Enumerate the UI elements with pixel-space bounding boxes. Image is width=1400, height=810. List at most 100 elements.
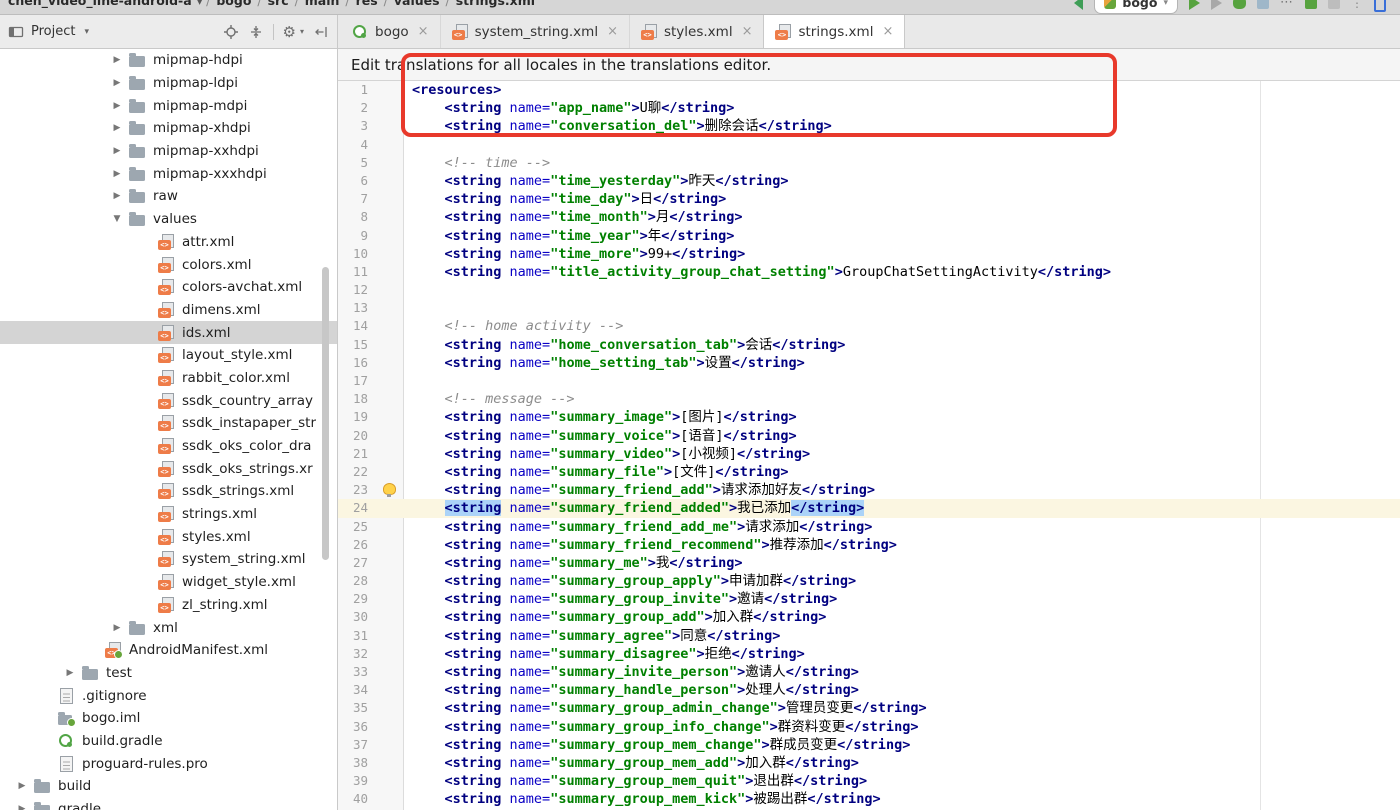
tree-item-proguard-rules.pro[interactable]: proguard-rules.pro: [0, 752, 337, 775]
tree-item-bogo.iml[interactable]: bogo.iml: [0, 707, 337, 730]
chevron-right-icon[interactable]: ▶: [105, 169, 129, 179]
hide-panel-icon[interactable]: [313, 24, 329, 40]
chevron-right-icon[interactable]: ▶: [10, 804, 34, 810]
code-line[interactable]: 12: [338, 281, 1400, 299]
stop-icon[interactable]: [1328, 0, 1340, 9]
chevron-right-icon[interactable]: ▶: [105, 146, 129, 156]
breadcrumb-item[interactable]: values: [394, 0, 440, 8]
tab-system_string.xml[interactable]: <>system_string.xml×: [441, 15, 630, 48]
chevron-right-icon[interactable]: ▶: [105, 123, 129, 133]
tree-item-build.gradle[interactable]: build.gradle: [0, 730, 337, 753]
more-icon[interactable]: ⋯: [1280, 0, 1294, 10]
code-line[interactable]: 34 <string name="summary_handle_person">…: [338, 681, 1400, 699]
tree-item-values[interactable]: ▼values: [0, 208, 337, 231]
tree-item-strings.xml[interactable]: <>strings.xml: [0, 503, 337, 526]
close-icon[interactable]: ×: [882, 24, 893, 39]
chevron-right-icon[interactable]: ▶: [105, 78, 129, 88]
tree-item-ssdk_instapaper_str[interactable]: <>ssdk_instapaper_str: [0, 412, 337, 435]
code-line[interactable]: 4: [338, 136, 1400, 154]
tree-item-attr.xml[interactable]: <>attr.xml: [0, 231, 337, 254]
tree-item-colors.xml[interactable]: <>colors.xml: [0, 253, 337, 276]
breadcrumb[interactable]: chen_video_line-android-a ▾ / bogo / src…: [0, 0, 537, 14]
debug-button[interactable]: [1233, 0, 1246, 9]
code-line[interactable]: 2 <string name="app_name">U聊</string>: [338, 99, 1400, 117]
tree-item-mipmap-ldpi[interactable]: ▶mipmap-ldpi: [0, 72, 337, 95]
tree-item-ssdk_oks_color_dra[interactable]: <>ssdk_oks_color_dra: [0, 435, 337, 458]
tree-item-layout_style.xml[interactable]: <>layout_style.xml: [0, 344, 337, 367]
menu-dots-icon[interactable]: ⋮: [1351, 0, 1363, 10]
code-line[interactable]: 38 <string name="summary_group_mem_add">…: [338, 754, 1400, 772]
code-line[interactable]: 10 <string name="time_more">99+</string>: [338, 245, 1400, 263]
code-line[interactable]: 27 <string name="summary_me">我</string>: [338, 554, 1400, 572]
chevron-right-icon[interactable]: ▶: [58, 668, 82, 678]
chevron-down-icon[interactable]: ▼: [105, 214, 129, 224]
run-button[interactable]: [1189, 0, 1200, 10]
gear-icon[interactable]: ⚙: [283, 24, 296, 40]
locate-file-icon[interactable]: [223, 24, 239, 40]
chevron-right-icon[interactable]: ▶: [105, 191, 129, 201]
code-line[interactable]: 6 <string name="time_yesterday">昨天</stri…: [338, 172, 1400, 190]
apply-changes-icon[interactable]: [1211, 0, 1222, 10]
code-line[interactable]: 39 <string name="summary_group_mem_quit"…: [338, 772, 1400, 790]
code-line[interactable]: 29 <string name="summary_group_invite">邀…: [338, 590, 1400, 608]
breadcrumb-item[interactable]: res: [356, 0, 378, 8]
breadcrumb-item[interactable]: bogo: [216, 0, 251, 8]
tree-item-ssdk_country_array[interactable]: <>ssdk_country_array: [0, 389, 337, 412]
chevron-down-icon[interactable]: ▾: [300, 27, 304, 36]
tree-item-build[interactable]: ▶build: [0, 775, 337, 798]
tree-item-colors-avchat.xml[interactable]: <>colors-avchat.xml: [0, 276, 337, 299]
code-line[interactable]: 22 <string name="summary_file">[文件]</str…: [338, 463, 1400, 481]
tree-item-mipmap-xhdpi[interactable]: ▶mipmap-xhdpi: [0, 117, 337, 140]
tree-item-raw[interactable]: ▶raw: [0, 185, 337, 208]
code-editor[interactable]: 1<resources>2 <string name="app_name">U聊…: [338, 81, 1400, 810]
tree-item-zl_string.xml[interactable]: <>zl_string.xml: [0, 594, 337, 617]
tab-styles.xml[interactable]: <>styles.xml×: [630, 15, 765, 48]
code-line[interactable]: 31 <string name="summary_agree">同意</stri…: [338, 627, 1400, 645]
code-line[interactable]: 17: [338, 372, 1400, 390]
tree-item-styles.xml[interactable]: <>styles.xml: [0, 525, 337, 548]
tree-item-test[interactable]: ▶test: [0, 662, 337, 685]
code-line[interactable]: 5 <!-- time -->: [338, 154, 1400, 172]
tree-item-.gitignore[interactable]: .gitignore: [0, 684, 337, 707]
code-line[interactable]: 9 <string name="time_year">年</string>: [338, 227, 1400, 245]
tree-item-system_string.xml[interactable]: <>system_string.xml: [0, 548, 337, 571]
code-line[interactable]: 25 <string name="summary_friend_add_me">…: [338, 518, 1400, 536]
code-line[interactable]: 16 <string name="home_setting_tab">设置</s…: [338, 354, 1400, 372]
tree-item-rabbit_color.xml[interactable]: <>rabbit_color.xml: [0, 367, 337, 390]
code-line[interactable]: 35 <string name="summary_group_admin_cha…: [338, 699, 1400, 717]
tree-item-mipmap-hdpi[interactable]: ▶mipmap-hdpi: [0, 49, 337, 72]
code-line[interactable]: 33 <string name="summary_invite_person">…: [338, 663, 1400, 681]
sync-icon[interactable]: [1305, 0, 1317, 9]
code-line[interactable]: 19 <string name="summary_image">[图片]</st…: [338, 408, 1400, 426]
close-icon[interactable]: ×: [607, 24, 618, 39]
code-line[interactable]: 37 <string name="summary_group_mem_chang…: [338, 736, 1400, 754]
chevron-right-icon[interactable]: ▶: [105, 623, 129, 633]
tree-item-xml[interactable]: ▶xml: [0, 616, 337, 639]
code-line[interactable]: 36 <string name="summary_group_info_chan…: [338, 718, 1400, 736]
code-line[interactable]: 40 <string name="summary_group_mem_kick"…: [338, 790, 1400, 808]
intention-bulb-icon[interactable]: [383, 483, 396, 495]
profiler-button[interactable]: [1257, 0, 1269, 9]
code-line[interactable]: 23 <string name="summary_friend_add">请求添…: [338, 481, 1400, 499]
tree-item-ids.xml[interactable]: <>ids.xml: [0, 321, 337, 344]
tree-item-mipmap-xxhdpi[interactable]: ▶mipmap-xxhdpi: [0, 140, 337, 163]
code-line[interactable]: 24 <string name="summary_friend_added">我…: [338, 499, 1400, 517]
tree-item-AndroidManifest.xml[interactable]: <>AndroidManifest.xml: [0, 639, 337, 662]
run-config-selector[interactable]: bogo ▾: [1094, 0, 1178, 14]
tab-strings.xml[interactable]: <>strings.xml×: [764, 15, 905, 48]
tree-item-mipmap-mdpi[interactable]: ▶mipmap-mdpi: [0, 94, 337, 117]
code-line[interactable]: 8 <string name="time_month">月</string>: [338, 208, 1400, 226]
breadcrumb-item[interactable]: src: [268, 0, 289, 8]
code-line[interactable]: 30 <string name="summary_group_add">加入群<…: [338, 608, 1400, 626]
tree-item-widget_style.xml[interactable]: <>widget_style.xml: [0, 571, 337, 594]
collapse-all-icon[interactable]: [248, 24, 264, 40]
code-line[interactable]: 15 <string name="home_conversation_tab">…: [338, 336, 1400, 354]
close-icon[interactable]: ×: [418, 24, 429, 39]
chevron-right-icon[interactable]: ▶: [105, 101, 129, 111]
code-line[interactable]: 7 <string name="time_day">日</string>: [338, 190, 1400, 208]
tab-bogo[interactable]: bogo×: [341, 15, 441, 48]
back-icon[interactable]: [1074, 0, 1083, 10]
code-line[interactable]: 32 <string name="summary_disagree">拒绝</s…: [338, 645, 1400, 663]
scrollbar[interactable]: [322, 267, 329, 560]
breadcrumb-item[interactable]: strings.xml: [456, 0, 535, 8]
